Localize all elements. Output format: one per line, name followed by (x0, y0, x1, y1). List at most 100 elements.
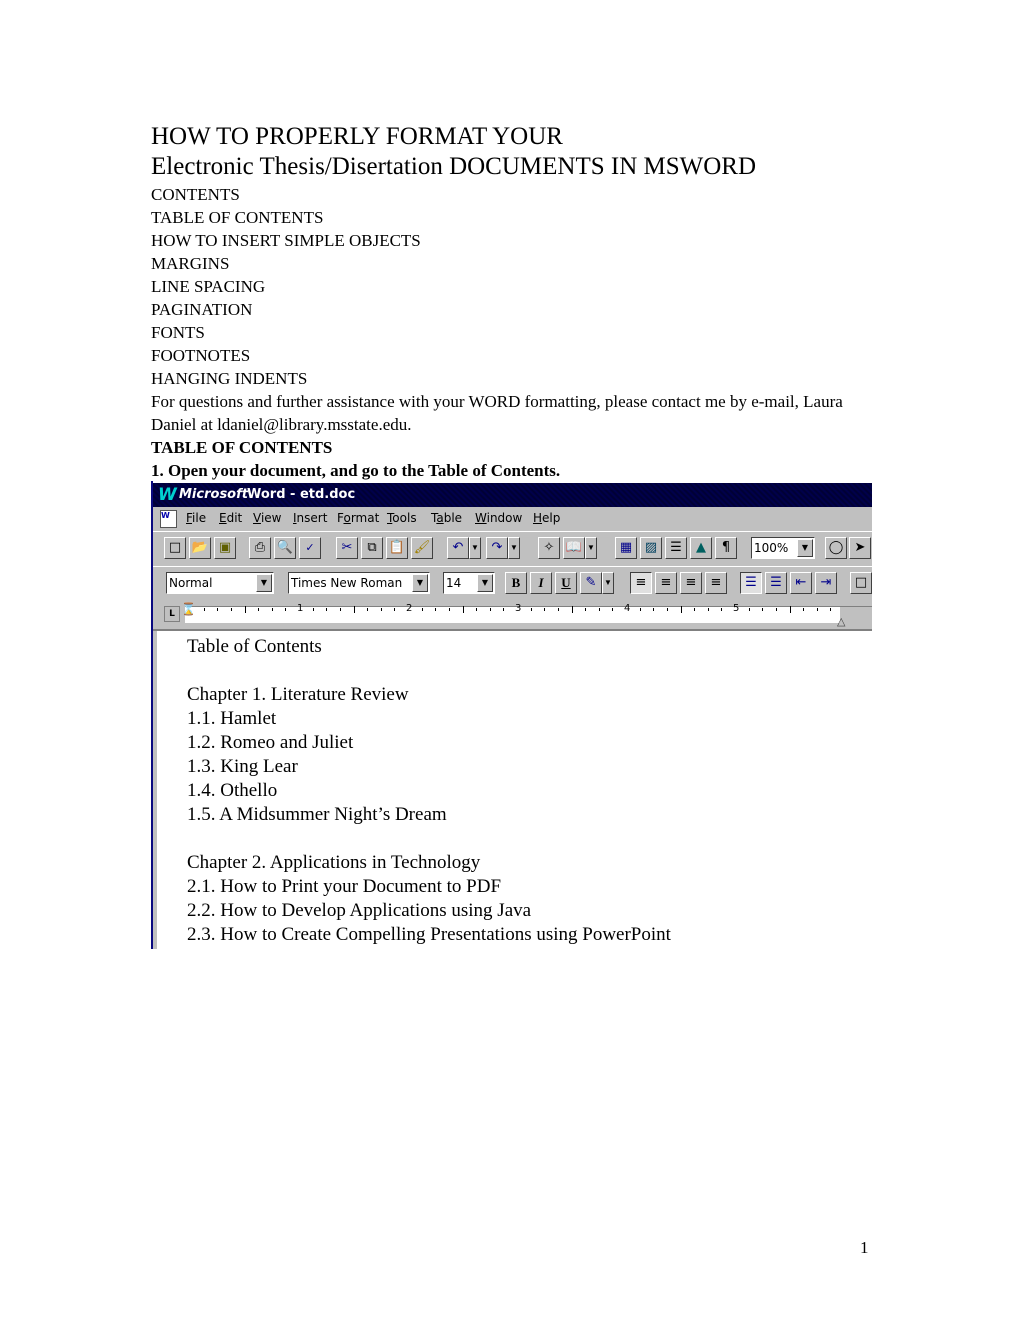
office-assistant-lightbulb-icon[interactable]: ◯ (825, 537, 847, 559)
format-painter-icon[interactable]: 🖌 (411, 537, 433, 559)
show-hide-pilcrow-icon[interactable]: ¶ (715, 537, 737, 559)
contents-item: TABLE OF CONTENTS (151, 208, 324, 227)
contents-item: HANGING INDENTS (151, 369, 308, 388)
ruler-tick (598, 608, 600, 611)
ruler-tick (803, 608, 805, 611)
ruler-tick (748, 608, 750, 611)
menu-format[interactable]: Format (337, 511, 379, 525)
tab-selector[interactable]: L (164, 606, 180, 622)
borders-icon[interactable]: □ (850, 572, 872, 594)
contents-item: FONTS (151, 323, 205, 342)
ruler-tick (762, 608, 764, 611)
title-brand: Microsoft (179, 487, 248, 502)
menu-edit[interactable]: Edit (219, 511, 242, 525)
indent-hourglass-icon[interactable]: ⌛ (181, 603, 196, 615)
document-area[interactable]: Table of Contents Chapter 1. Literature … (153, 631, 872, 949)
doc-line: Chapter 2. Applications in Technology (187, 852, 481, 873)
paste-clipboard-icon[interactable]: 📋 (386, 537, 408, 559)
help-pointer-icon[interactable]: ➤ (849, 537, 871, 559)
book-dropdown-icon[interactable]: ▼ (585, 537, 597, 559)
document-title-line1: HOW TO PROPERLY FORMAT YOUR (151, 123, 563, 150)
style-dropdown-icon[interactable]: ▼ (256, 574, 272, 592)
font-size-value: 14 (446, 576, 462, 590)
menu-file[interactable]: File (186, 511, 206, 525)
zoom-dropdown-icon[interactable]: ▼ (797, 539, 813, 557)
ruler-number: 4 (624, 603, 631, 614)
doc-line (187, 659, 671, 683)
web-toolbar-book-icon[interactable]: 📖 (563, 537, 585, 559)
menu-help[interactable]: Help (533, 511, 560, 525)
ruler-tick (421, 608, 423, 611)
print-icon[interactable]: ⎙ (249, 537, 271, 559)
align-left-icon[interactable]: ≡ (630, 572, 652, 594)
menu-window[interactable]: Window (475, 511, 522, 525)
ruler-strip (185, 606, 840, 623)
ruler-tick (694, 608, 696, 611)
decrease-indent-icon[interactable]: ⇤ (790, 572, 812, 594)
ruler[interactable]: L ⌛ 1 2 3 4 5 △ (153, 601, 872, 631)
save-disk-icon[interactable]: ▣ (214, 537, 236, 559)
cut-scissors-icon[interactable]: ✂ (336, 537, 358, 559)
align-right-icon[interactable]: ≡ (680, 572, 702, 594)
ruler-tick (312, 608, 314, 611)
ruler-tick (789, 606, 791, 613)
menu-table[interactable]: Table (431, 511, 462, 525)
font-dropdown-icon[interactable]: ▼ (412, 574, 428, 592)
insert-address-icon[interactable]: ✧ (538, 537, 560, 559)
highlight-pen-icon[interactable]: ✎ (580, 572, 602, 594)
font-combo[interactable]: Times New Roman ▼ (288, 572, 430, 594)
doc-line: 1.3. King Lear (187, 756, 298, 777)
columns-icon[interactable]: ☰ (665, 537, 687, 559)
menu-tools[interactable]: Tools (387, 511, 417, 525)
bold-button[interactable]: B (505, 572, 527, 594)
align-center-icon[interactable]: ≡ (655, 572, 677, 594)
spelling-check-icon[interactable]: ✓ (299, 537, 321, 559)
contents-item: HOW TO INSERT SIMPLE OBJECTS (151, 231, 421, 250)
ruler-tick (530, 608, 532, 611)
contents-item: PAGINATION (151, 300, 253, 319)
redo-icon[interactable]: ↷ (486, 537, 508, 559)
step-1-instruction: 1. Open your document, and go to the Tab… (151, 461, 561, 480)
font-value: Times New Roman (291, 576, 403, 590)
new-document-icon[interactable]: □ (164, 537, 186, 559)
underline-button[interactable]: U (555, 572, 577, 594)
numbered-list-icon[interactable]: ☰ (740, 572, 762, 594)
copy-icon[interactable]: ⧉ (361, 537, 383, 559)
menu-insert[interactable]: Insert (293, 511, 327, 525)
ruler-tick (380, 608, 382, 611)
style-combo[interactable]: Normal ▼ (166, 572, 274, 594)
document-icon[interactable]: W (160, 510, 177, 528)
word-window-screenshot: W Microsoft Word - etd.doc W File Edit V… (151, 481, 872, 949)
undo-dropdown-icon[interactable]: ▼ (469, 537, 481, 559)
ruler-tick (544, 608, 546, 611)
italic-button[interactable]: I (530, 572, 552, 594)
ruler-tick (285, 608, 287, 611)
size-dropdown-icon[interactable]: ▼ (477, 574, 493, 592)
ruler-tick (503, 608, 505, 611)
bulleted-list-icon[interactable]: ☰ (765, 572, 787, 594)
ruler-tick (244, 606, 246, 613)
undo-icon[interactable]: ↶ (447, 537, 469, 559)
justify-icon[interactable]: ≡ (705, 572, 727, 594)
ruler-number: 2 (406, 603, 413, 614)
zoom-combo[interactable]: 100% ▼ (751, 537, 815, 559)
ruler-tick (217, 608, 219, 611)
insert-excel-icon[interactable]: ▨ (640, 537, 662, 559)
doc-line: 1.5. A Midsummer Night’s Dream (187, 804, 447, 825)
ruler-tick (653, 608, 655, 611)
ruler-tick (585, 608, 587, 611)
increase-indent-icon[interactable]: ⇥ (815, 572, 837, 594)
menu-view[interactable]: View (253, 511, 281, 525)
print-preview-icon[interactable]: 🔍 (274, 537, 296, 559)
open-folder-icon[interactable]: 📂 (189, 537, 211, 559)
font-size-combo[interactable]: 14 ▼ (443, 572, 495, 594)
doc-line: 1.2. Romeo and Juliet (187, 732, 354, 753)
word-logo-icon: W (158, 485, 177, 505)
insert-table-icon[interactable]: ▦ (615, 537, 637, 559)
drawing-icon[interactable]: ▲ (690, 537, 712, 559)
doc-line: 2.2. How to Develop Applications using J… (187, 900, 532, 921)
right-indent-marker-icon[interactable]: △ (837, 615, 845, 628)
redo-dropdown-icon[interactable]: ▼ (508, 537, 520, 559)
highlight-dropdown-icon[interactable]: ▼ (602, 572, 614, 594)
contents-item: LINE SPACING (151, 277, 266, 296)
